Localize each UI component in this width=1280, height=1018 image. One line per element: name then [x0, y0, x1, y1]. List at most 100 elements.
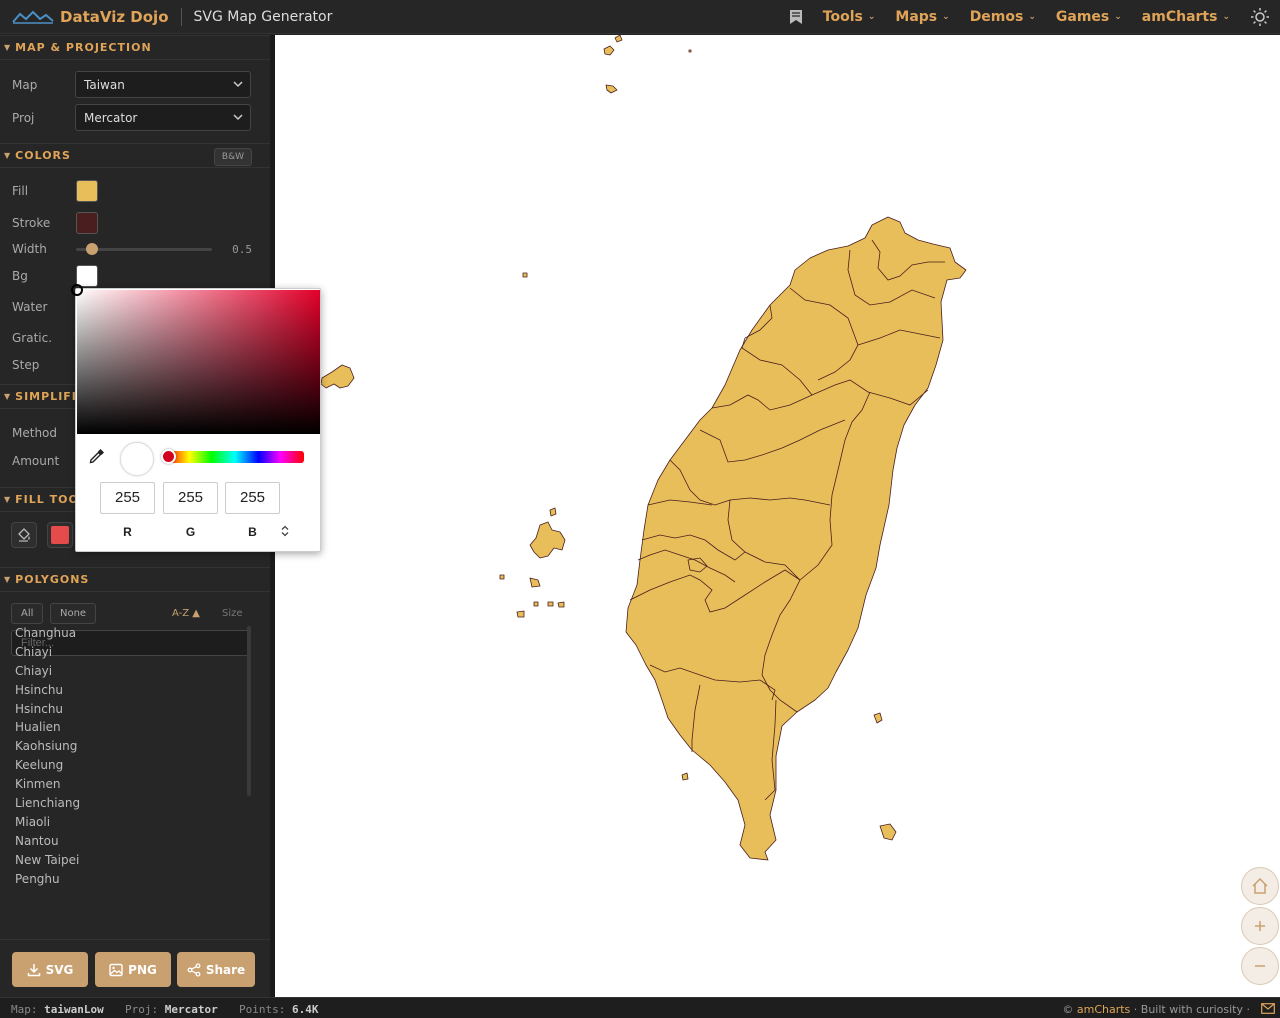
main-nav: Tools ⌄ Maps ⌄ Demos ⌄ Games ⌄ amCharts ⌄	[789, 0, 1280, 34]
map-region-kinmen[interactable]	[320, 364, 355, 389]
width-label: Width	[12, 242, 47, 256]
red-input[interactable]: 255	[100, 482, 155, 514]
map-region-small-islet[interactable]	[688, 49, 692, 53]
polygon-list-item[interactable]: Penghu	[0, 870, 252, 889]
hue-slider-thumb[interactable]	[161, 449, 176, 464]
zoom-home-button[interactable]	[1241, 867, 1279, 905]
map-region-penghu-islet[interactable]	[549, 507, 557, 517]
map-region-lienchiang-islet[interactable]	[605, 84, 618, 94]
zoom-in-button[interactable]	[1241, 907, 1279, 945]
bw-button[interactable]: B&W	[213, 148, 252, 166]
paint-bucket-button[interactable]	[11, 522, 37, 548]
status-proj-label: Proj:	[125, 1003, 159, 1016]
map-region-liuqiu[interactable]	[681, 772, 689, 781]
polygon-list-item[interactable]: Miaoli	[0, 813, 252, 832]
sort-size-toggle[interactable]: Size	[222, 608, 243, 619]
mail-icon[interactable]	[1261, 1003, 1275, 1014]
map-region-green-island[interactable]	[873, 712, 883, 724]
plus-icon	[1255, 921, 1265, 931]
nav-tools[interactable]: Tools ⌄	[823, 9, 876, 25]
map-region-small-islet[interactable]	[522, 272, 528, 278]
map-region-lienchiang[interactable]	[603, 45, 615, 56]
share-icon	[187, 962, 201, 977]
map-region-penghu-islet[interactable]	[557, 601, 565, 608]
blue-input[interactable]: 255	[225, 482, 280, 514]
polygon-list-item[interactable]: Lienchiang	[0, 794, 252, 813]
saturation-handle[interactable]	[71, 284, 83, 296]
polygon-list-item[interactable]: New Taipei	[0, 851, 252, 870]
map-region-penghu-islet[interactable]	[547, 601, 554, 607]
eyedropper-icon[interactable]	[88, 447, 106, 465]
map-label: Map	[12, 77, 38, 92]
fill-tool-color-button[interactable]	[47, 522, 73, 548]
bookmark-icon[interactable]	[789, 9, 803, 25]
polygon-list-item[interactable]: Changhua	[0, 624, 252, 643]
polygon-list-item[interactable]: Chiayi	[0, 643, 252, 662]
chevron-down-icon: ⌄	[1028, 12, 1036, 22]
polygon-list-item[interactable]: Hsinchu	[0, 700, 252, 719]
map-region-penghu[interactable]	[529, 521, 566, 559]
map-region-main-island[interactable]	[625, 216, 967, 861]
nav-games[interactable]: Games ⌄	[1056, 9, 1122, 25]
section-map-projection[interactable]: ▼ MAP & PROJECTION	[0, 35, 270, 60]
caret-down-icon: ▼	[4, 495, 12, 504]
nav-demos[interactable]: Demos ⌄	[970, 9, 1036, 25]
share-button[interactable]: Share	[177, 952, 255, 987]
brand[interactable]: DataViz Dojo	[0, 0, 169, 34]
export-svg-button[interactable]: SVG	[12, 952, 88, 987]
section-polygons[interactable]: ▼ POLYGONS	[0, 567, 270, 592]
section-title: COLORS	[15, 149, 71, 162]
zoom-out-button[interactable]	[1241, 947, 1279, 985]
theme-toggle-sun-icon[interactable]	[1250, 7, 1270, 27]
export-actions: SVG PNG Share	[0, 939, 270, 997]
width-slider-thumb[interactable]	[86, 243, 99, 255]
select-all-button[interactable]: All	[11, 603, 44, 624]
chevron-down-icon	[233, 81, 243, 88]
map-region-penghu-islet[interactable]	[516, 610, 525, 618]
polygon-list-item[interactable]: Chiayi	[0, 662, 252, 681]
credit-text: · Built with curiosity ·	[1133, 1003, 1250, 1016]
nav-amcharts[interactable]: amCharts ⌄	[1142, 9, 1230, 25]
map-region-penghu-islet[interactable]	[499, 574, 505, 580]
export-png-label: PNG	[128, 962, 157, 977]
fill-color-swatch[interactable]	[76, 180, 98, 202]
map-select[interactable]: Taiwan	[75, 71, 251, 98]
nav-maps[interactable]: Maps ⌄	[895, 9, 949, 25]
width-value: 0.5	[232, 242, 252, 256]
sort-az-toggle[interactable]: A-Z ▲	[172, 608, 200, 619]
color-format-toggle-icon[interactable]	[280, 525, 290, 537]
select-none-button[interactable]: None	[50, 603, 97, 624]
status-map-label: Map:	[11, 1003, 38, 1016]
map-region-lienchiang-islet[interactable]	[614, 35, 623, 43]
status-credit: © amCharts · Built with curiosity ·	[1062, 1003, 1250, 1016]
polygon-list-item[interactable]: Nantou	[0, 832, 252, 851]
top-bar: DataViz Dojo SVG Map Generator Tools ⌄ Ma…	[0, 0, 1280, 34]
hue-slider[interactable]	[166, 451, 304, 463]
polygon-list-item[interactable]: Hualien	[0, 718, 252, 737]
saturation-field[interactable]	[71, 284, 320, 434]
export-png-button[interactable]: PNG	[95, 952, 171, 987]
status-points-label: Points:	[239, 1003, 286, 1016]
nav-demos-label: Demos	[969, 9, 1024, 25]
polygon-list-scrollbar[interactable]	[247, 626, 251, 796]
section-colors[interactable]: ▼ COLORS B&W	[0, 143, 270, 168]
polygon-list-item[interactable]: Kinmen	[0, 775, 252, 794]
polygon-list-item[interactable]: Keelung	[0, 756, 252, 775]
stroke-color-swatch[interactable]	[76, 212, 98, 234]
taiwan-map[interactable]	[275, 35, 1280, 997]
amcharts-link[interactable]: amCharts	[1077, 1003, 1130, 1016]
stroke-row: Stroke	[0, 212, 270, 234]
map-canvas[interactable]	[275, 35, 1280, 997]
image-icon	[109, 963, 123, 976]
map-region-orchid-island[interactable]	[879, 823, 897, 841]
graticule-label: Gratic.	[12, 331, 53, 345]
map-region-penghu-islet[interactable]	[533, 601, 539, 607]
green-input[interactable]: 255	[163, 482, 218, 514]
polygon-list-item[interactable]: Hsinchu	[0, 681, 252, 700]
polygon-list-item[interactable]: Kaohsiung	[0, 737, 252, 756]
projection-select[interactable]: Mercator	[75, 104, 251, 131]
method-label: Method	[12, 426, 58, 440]
green-label: G	[185, 525, 196, 539]
export-svg-label: SVG	[45, 962, 74, 977]
map-region-penghu-islet[interactable]	[529, 577, 541, 588]
